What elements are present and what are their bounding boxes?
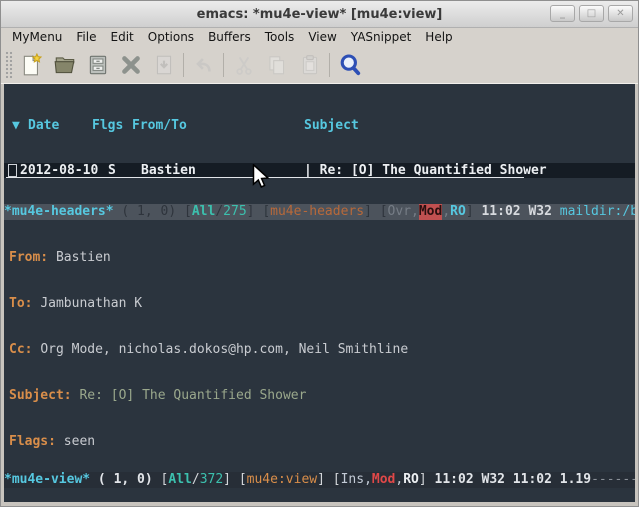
save-icon — [86, 53, 110, 77]
sort-indicator-icon[interactable]: ▼ — [4, 118, 28, 133]
close-buffer-button[interactable] — [114, 50, 147, 81]
close-button[interactable]: ✕ — [608, 5, 633, 22]
modeline-filter: All — [168, 472, 191, 488]
toolbar-separator — [329, 53, 330, 77]
row-flags: S — [108, 163, 141, 178]
titlebar[interactable]: emacs: *mu4e-view* [mu4e:view] _ □ ✕ — [1, 1, 638, 28]
modeline-time: 11:02 W32 11:02 1.19 — [427, 472, 591, 488]
save-as-icon — [152, 53, 176, 77]
row-from: Bastien — [141, 163, 304, 178]
copy-button — [260, 50, 293, 81]
new-file-button[interactable] — [15, 50, 48, 81]
field-label-cc: Cc: — [9, 342, 32, 357]
menu-edit[interactable]: Edit — [104, 28, 141, 47]
toolbar-separator — [183, 53, 184, 77]
emacs-frame: ▼ Date Flgs From/To Subject 2012-08-10 S… — [1, 84, 638, 506]
menu-options[interactable]: Options — [141, 28, 201, 47]
menubar: MyMenu File Edit Options Buffers Tools V… — [1, 28, 638, 47]
toolbar-grip[interactable] — [5, 51, 13, 79]
message-row-selected[interactable]: 2012-08-10 S Bastien | Re: [O] The Quant… — [4, 163, 635, 178]
modeline-flag-mod: Mod — [419, 204, 442, 220]
menu-help[interactable]: Help — [418, 28, 459, 47]
mu4e-headers-window: ▼ Date Flgs From/To Subject 2012-08-10 S… — [4, 88, 635, 204]
undo-button — [187, 50, 220, 81]
menu-buffers[interactable]: Buffers — [201, 28, 258, 47]
menu-file[interactable]: File — [69, 28, 103, 47]
modeline-time: 11:02 W32 — [474, 204, 560, 220]
modeline-maildir-label: maildir: — [560, 204, 623, 220]
menu-mymenu[interactable]: MyMenu — [5, 28, 69, 47]
open-folder-icon — [53, 53, 77, 77]
open-folder-button[interactable] — [48, 50, 81, 81]
row-date: 2012-08-10 — [20, 163, 108, 178]
modeline-maildir-path: /bulk — [622, 204, 635, 220]
field-value-to: Jambunathan K — [40, 296, 142, 311]
copy-icon — [265, 53, 289, 77]
search-icon — [337, 52, 363, 78]
modeline-coords: ( 1, 0) — [114, 204, 184, 220]
modeline-flag-ro: RO — [403, 472, 419, 488]
column-subject[interactable]: Subject — [304, 118, 635, 133]
headers-column-row: ▼ Date Flgs From/To Subject — [4, 118, 635, 133]
field-value-subject: Re: [O] The Quantified Shower — [79, 388, 306, 403]
field-label-subject: Subject: — [9, 388, 72, 403]
paste-button — [293, 50, 326, 81]
mu4e-view-window: From: Bastien To: Jambunathan K Cc: Org … — [4, 220, 635, 472]
emacs-window: emacs: *mu4e-view* [mu4e:view] _ □ ✕ MyM… — [0, 0, 639, 507]
modeline-flag-mod: Mod — [372, 472, 395, 488]
modeline-flag-ro: RO — [450, 204, 466, 220]
modeline-major-mode: mu4e:view — [247, 472, 317, 488]
menu-tools[interactable]: Tools — [258, 28, 302, 47]
column-date[interactable]: Date — [28, 118, 92, 133]
field-label-from: From: — [9, 250, 48, 265]
window-title: emacs: *mu4e-view* [mu4e:view] — [197, 7, 443, 22]
view-modeline: *mu4e-view* ( 1, 0) [All/372] [mu4e:view… — [4, 472, 635, 488]
field-label-to: To: — [9, 296, 32, 311]
save-as-button — [147, 50, 180, 81]
modeline-total: 275 — [223, 204, 246, 220]
paste-icon — [298, 53, 322, 77]
maximize-button[interactable]: □ — [579, 5, 604, 22]
minibuffer[interactable] — [4, 488, 635, 502]
modeline-flag-ins: Ins, — [341, 472, 372, 488]
modeline-flag-ovr: Ovr, — [388, 204, 419, 220]
toolbar-separator — [223, 53, 224, 77]
window-controls: _ □ ✕ — [550, 5, 633, 22]
column-from[interactable]: From/To — [132, 118, 304, 133]
field-label-flags: Flags: — [9, 434, 56, 449]
save-button[interactable] — [81, 50, 114, 81]
cut-button — [227, 50, 260, 81]
modeline-buffer-name: *mu4e-headers* — [4, 204, 114, 220]
cut-icon — [232, 53, 256, 77]
menu-yasnippet[interactable]: YASnippet — [344, 28, 419, 47]
search-button[interactable] — [333, 50, 366, 81]
row-subject: | Re: [O] The Quantified Shower — [304, 163, 635, 178]
close-buffer-icon — [119, 53, 143, 77]
undo-icon — [192, 53, 216, 77]
modeline-filter: All — [192, 204, 215, 220]
new-file-icon — [20, 53, 44, 77]
modeline-major-mode: mu4e-headers — [270, 204, 364, 220]
column-flags[interactable]: Flgs — [92, 118, 132, 133]
headers-modeline: *mu4e-headers* ( 1, 0) [All/275] [mu4e-h… — [4, 204, 635, 220]
field-value-cc: Org Mode, nicholas.dokos@hp.com, Neil Sm… — [40, 342, 408, 357]
toolbar — [1, 47, 638, 84]
field-value-from — [48, 250, 56, 265]
field-value-flags: seen — [64, 434, 95, 449]
modeline-coords: ( 1, 0) — [90, 472, 160, 488]
modeline-buffer-name: *mu4e-view* — [4, 472, 90, 488]
modeline-total: 372 — [200, 472, 223, 488]
minimize-button[interactable]: _ — [550, 5, 575, 22]
menu-view[interactable]: View — [301, 28, 343, 47]
